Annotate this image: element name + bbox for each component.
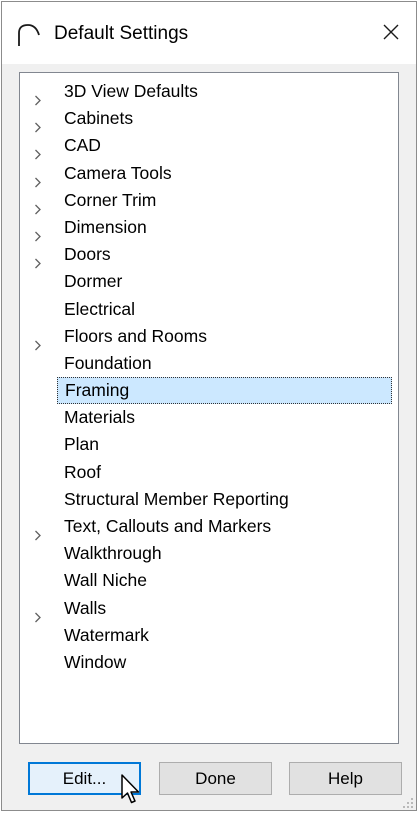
- mouse-pointer-icon: [120, 774, 144, 808]
- settings-tree-list: 3D View Defaults Cabinets CAD Camera Tools C…: [20, 78, 398, 676]
- title-bar: Default Settings: [2, 2, 416, 64]
- tree-item-label: Wall Niche: [64, 570, 147, 591]
- tree-item[interactable]: Walls: [20, 595, 398, 623]
- tree-item[interactable]: Roof: [20, 459, 398, 486]
- tree-item-label: Dimension: [64, 216, 147, 237]
- tree-item[interactable]: Electrical: [20, 296, 398, 323]
- tree-item-label: Window: [64, 651, 127, 672]
- tree-item-label: Watermark: [64, 624, 149, 645]
- tree-item[interactable]: Plan: [20, 431, 398, 458]
- arch-icon: [16, 23, 42, 47]
- tree-item-label: Doors: [64, 244, 111, 265]
- tree-item[interactable]: Structural Member Reporting: [20, 486, 398, 513]
- tree-item[interactable]: Window: [20, 649, 398, 676]
- tree-item[interactable]: Floors and Rooms: [20, 323, 398, 351]
- tree-item-label: Text, Callouts and Markers: [64, 516, 272, 536]
- resize-grip-icon[interactable]: [402, 796, 414, 808]
- tree-item-label: Camera Tools: [64, 162, 172, 183]
- tree-item-label: Dormer: [64, 271, 123, 292]
- tree-item-label: Plan: [64, 434, 100, 455]
- tree-item[interactable]: Framing: [20, 377, 398, 405]
- tree-item-label: Foundation: [64, 352, 152, 373]
- chevron-right-icon[interactable]: [34, 223, 42, 242]
- chevron-right-icon[interactable]: [34, 250, 42, 269]
- tree-item-label: Cabinets: [64, 108, 134, 129]
- chevron-right-icon[interactable]: [34, 522, 42, 541]
- chevron-right-icon[interactable]: [34, 141, 42, 160]
- tree-item-label: Floors and Rooms: [64, 325, 207, 346]
- tree-item[interactable]: Foundation: [20, 350, 398, 377]
- tree-item[interactable]: Dormer: [20, 268, 398, 295]
- tree-item[interactable]: Wall Niche: [20, 567, 398, 594]
- tree-item-label: Framing: [57, 377, 392, 405]
- tree-item-label: Walls: [64, 597, 107, 618]
- tree-item-label: Corner Trim: [64, 189, 157, 210]
- tree-item[interactable]: Dimension: [20, 214, 398, 242]
- chevron-right-icon[interactable]: [34, 114, 42, 133]
- tree-item[interactable]: Watermark: [20, 622, 398, 649]
- done-button[interactable]: Done: [159, 762, 272, 795]
- tree-item-label: CAD: [64, 135, 101, 156]
- tree-item-label: Electrical: [64, 298, 135, 319]
- tree-item-label: Roof: [64, 461, 101, 482]
- tree-item-label: Walkthrough: [64, 543, 162, 564]
- chevron-right-icon[interactable]: [34, 169, 42, 188]
- chevron-right-icon[interactable]: [34, 87, 42, 106]
- default-settings-dialog: Default Settings 3D View Defaults Cabinet…: [1, 1, 417, 811]
- tree-item[interactable]: Doors: [20, 241, 398, 269]
- chevron-right-icon[interactable]: [34, 604, 42, 623]
- help-button[interactable]: Help: [289, 762, 402, 795]
- window-title: Default Settings: [54, 23, 189, 44]
- tree-item[interactable]: Corner Trim: [20, 187, 398, 215]
- tree-item[interactable]: Text, Callouts and Markers: [20, 513, 398, 541]
- chevron-right-icon[interactable]: [34, 332, 42, 351]
- tree-item[interactable]: Cabinets: [20, 105, 398, 133]
- close-button[interactable]: [374, 16, 408, 50]
- tree-item[interactable]: CAD: [20, 132, 398, 160]
- close-icon: [383, 24, 399, 40]
- tree-item-label: 3D View Defaults: [64, 81, 198, 101]
- tree-item[interactable]: Materials: [20, 404, 398, 431]
- tree-item[interactable]: Walkthrough: [20, 540, 398, 567]
- tree-item[interactable]: Camera Tools: [20, 160, 398, 188]
- settings-tree[interactable]: 3D View Defaults Cabinets CAD Camera Tools C…: [19, 72, 399, 744]
- tree-item-label: Structural Member Reporting: [64, 488, 289, 509]
- tree-item-label: Materials: [64, 407, 135, 428]
- tree-item[interactable]: 3D View Defaults: [20, 78, 398, 106]
- chevron-right-icon[interactable]: [34, 196, 42, 215]
